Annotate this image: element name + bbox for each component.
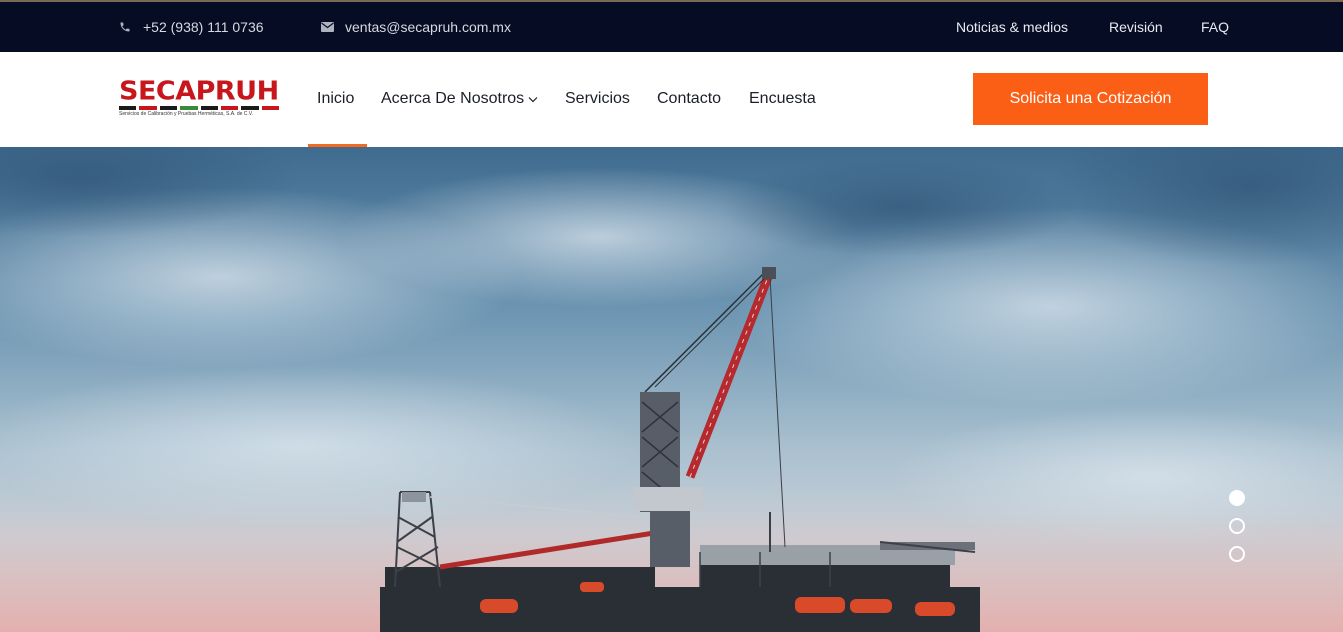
topbar-link-news[interactable]: Noticias & medios — [956, 19, 1068, 35]
topbar-link-review[interactable]: Revisión — [1109, 19, 1163, 35]
logo-stripes — [119, 106, 279, 110]
nav-item-acerca[interactable]: Acerca De Nosotros — [381, 90, 538, 108]
phone-number: +52 (938) 111 0736 — [143, 19, 264, 35]
slider-dot-3[interactable] — [1229, 546, 1245, 562]
hero-slider — [0, 147, 1343, 632]
topbar-link-faq[interactable]: FAQ — [1201, 19, 1229, 35]
email-address: ventas@secapruh.com.mx — [345, 19, 511, 35]
top-contact-bar: +52 (938) 111 0736 ventas@secapruh.com.m… — [0, 0, 1343, 52]
envelope-icon — [319, 19, 335, 35]
quote-request-button[interactable]: Solicita una Cotización — [973, 73, 1208, 125]
nav-item-acerca-label: Acerca De Nosotros — [381, 90, 525, 108]
offshore-platform-image — [0, 147, 1343, 632]
slider-dot-2[interactable] — [1229, 518, 1245, 534]
logo-subtitle: Servicios de Calibración y Pruebas Hermé… — [119, 111, 254, 117]
phone-contact[interactable]: +52 (938) 111 0736 — [117, 19, 264, 35]
email-contact[interactable]: ventas@secapruh.com.mx — [319, 19, 511, 35]
nav-item-servicios[interactable]: Servicios — [565, 90, 630, 108]
phone-icon — [117, 19, 133, 35]
chevron-down-icon — [528, 90, 538, 108]
company-logo[interactable]: SECAPRUH Servicios de Calibración y Prue… — [119, 78, 279, 122]
nav-item-inicio[interactable]: Inicio — [317, 90, 354, 108]
slider-dot-1[interactable] — [1229, 490, 1245, 506]
nav-item-encuesta[interactable]: Encuesta — [749, 90, 816, 108]
logo-wordmark: SECAPRUH — [119, 76, 279, 107]
nav-item-contacto[interactable]: Contacto — [657, 90, 721, 108]
main-header: SECAPRUH Servicios de Calibración y Prue… — [0, 52, 1343, 147]
